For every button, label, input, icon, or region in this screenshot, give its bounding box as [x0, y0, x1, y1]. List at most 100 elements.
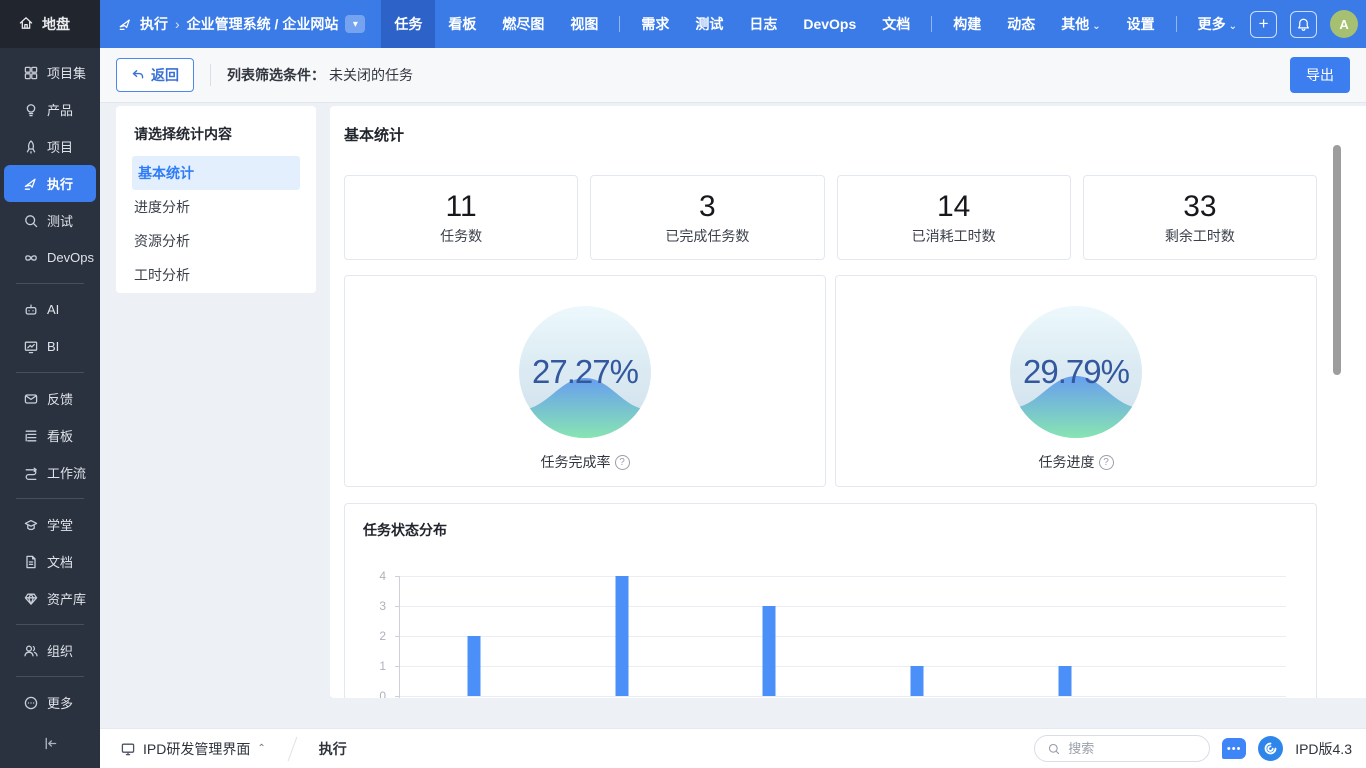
sidebar-item-more[interactable]: 更多	[4, 684, 96, 721]
stats-nav-item-resource[interactable]: 资源分析	[132, 224, 300, 258]
execution-dart-icon	[118, 17, 133, 32]
sidebar-item-workflow[interactable]: 工作流	[4, 454, 96, 491]
ai-robot-icon	[22, 301, 39, 318]
sidebar-item-tutoring[interactable]: 学堂	[4, 506, 96, 543]
sidebar-item-project[interactable]: 项目	[4, 128, 96, 165]
gauge-label-text: 任务进度	[1039, 452, 1095, 472]
sidebar-item-label: 更多	[47, 693, 73, 712]
help-question-icon[interactable]: ?	[615, 455, 630, 470]
nav-tab-build[interactable]: 构建	[940, 0, 994, 48]
sidebar-item-label: 看板	[47, 426, 73, 445]
nav-tab-log[interactable]: 日志	[736, 0, 790, 48]
project-switch-chevron-down-icon[interactable]: ▾	[345, 15, 365, 33]
stats-nav-item-basic[interactable]: 基本统计	[132, 156, 300, 190]
stat-cards-row: 11 任务数 3 已完成任务数 14 已消耗工时数 33 剩余工时数	[344, 175, 1317, 260]
toolbar-divider	[210, 64, 211, 86]
gauge-card-completion-rate: 27.27% 任务完成率 ?	[344, 275, 826, 487]
sidebar-divider	[16, 498, 84, 499]
sidebar-item-admin[interactable]: 组织	[4, 632, 96, 669]
stats-nav-title: 请选择统计内容	[116, 120, 316, 156]
bar-series-task-status[interactable]	[910, 666, 923, 696]
stat-label: 已完成任务数	[665, 226, 749, 246]
nav-tab-view[interactable]: 视图	[557, 0, 611, 48]
nav-tab-dynamic[interactable]: 动态	[994, 0, 1048, 48]
nav-tab-more[interactable]: 更多⌄	[1185, 0, 1250, 48]
breadcrumb[interactable]: 执行 › 企业管理系统 / 企业网站 ▾	[100, 14, 381, 34]
sidebar-item-label: AI	[47, 302, 59, 317]
bar-series-task-status[interactable]	[1058, 666, 1071, 696]
sidebar-item-qa[interactable]: 测试	[4, 202, 96, 239]
content-area: 请选择统计内容 基本统计 进度分析 资源分析 工时分析 基本统计 11 任务数 …	[100, 104, 1366, 728]
stats-nav-item-progress[interactable]: 进度分析	[132, 190, 300, 224]
global-search[interactable]	[1034, 735, 1210, 762]
liquid-gauge: 27.27%	[519, 306, 651, 438]
back-arrow-icon	[131, 68, 145, 82]
app-switcher[interactable]: IPD研发管理界面 ⌃	[120, 739, 266, 759]
nav-tab-burndown[interactable]: 燃尽图	[489, 0, 557, 48]
back-button-label: 返回	[151, 65, 179, 85]
sidebar-collapse-button[interactable]	[0, 735, 100, 756]
stat-label: 任务数	[440, 226, 482, 246]
gauge-label-text: 任务完成率	[541, 452, 611, 472]
feedback-icon	[22, 390, 39, 407]
stat-value: 33	[1183, 190, 1216, 224]
monitor-icon	[120, 741, 136, 757]
chevron-down-icon: ⌄	[1092, 21, 1100, 32]
export-button[interactable]: 导出	[1290, 57, 1350, 93]
nav-tab-story[interactable]: 需求	[628, 0, 682, 48]
vertical-scrollbar-thumb[interactable]	[1333, 145, 1341, 375]
navbar-tabs: 任务 看板 燃尽图 视图 需求 测试 日志 DevOps 文档 构建 动态 其他…	[381, 0, 1250, 48]
nav-tab-settings[interactable]: 设置	[1114, 0, 1168, 48]
breadcrumb-section[interactable]: 执行	[140, 14, 168, 34]
qa-magnifier-icon	[22, 212, 39, 229]
help-question-icon[interactable]: ?	[1099, 455, 1114, 470]
nav-tab-test[interactable]: 测试	[682, 0, 736, 48]
sidebar-item-execution[interactable]: 执行	[4, 165, 96, 202]
sidebar-item-program[interactable]: 项目集	[4, 54, 96, 91]
home-icon	[18, 15, 34, 34]
nav-tab-doc[interactable]: 文档	[869, 0, 923, 48]
bar-series-task-status[interactable]	[763, 606, 776, 696]
create-plus-button[interactable]: +	[1250, 11, 1277, 38]
sidebar-item-feedback[interactable]: 反馈	[4, 380, 96, 417]
sidebar-item-ai[interactable]: AI	[4, 291, 96, 328]
top-navbar: 执行 › 企业管理系统 / 企业网站 ▾ 任务 看板 燃尽图 视图 需求 测试 …	[100, 0, 1366, 48]
nav-tab-devops[interactable]: DevOps	[790, 0, 869, 48]
gauge-value: 27.27%	[532, 353, 638, 391]
search-input[interactable]	[1068, 741, 1188, 756]
sidebar-item-bi[interactable]: BI	[4, 328, 96, 365]
nav-tab-kanban[interactable]: 看板	[435, 0, 489, 48]
sidebar-item-label: BI	[47, 339, 59, 354]
sidebar-item-kanban[interactable]: 看板	[4, 417, 96, 454]
sidebar-item-label: 项目	[47, 137, 73, 156]
search-icon	[1047, 742, 1061, 756]
sidebar-divider	[16, 372, 84, 373]
stat-card-left-hours: 33 剩余工时数	[1083, 175, 1317, 260]
sidebar-item-assets[interactable]: 资产库	[4, 580, 96, 617]
user-avatar[interactable]: A	[1330, 10, 1358, 38]
stat-label: 已消耗工时数	[912, 226, 996, 246]
nav-tab-task[interactable]: 任务	[381, 0, 435, 48]
sidebar-item-home[interactable]: 地盘	[0, 0, 100, 48]
sidebar-item-doc[interactable]: 文档	[4, 543, 96, 580]
stats-nav-item-workhour[interactable]: 工时分析	[132, 258, 300, 292]
bar-series-task-status[interactable]	[615, 576, 628, 696]
statusbar-right: ••• IPD版4.3	[1034, 735, 1352, 762]
sidebar-item-label: 项目集	[47, 63, 86, 82]
back-button[interactable]: 返回	[116, 58, 194, 92]
workflow-icon	[22, 464, 39, 481]
notification-bell-button[interactable]	[1290, 11, 1317, 38]
section-title: 基本统计	[344, 124, 1366, 145]
statusbar-separator	[287, 736, 297, 761]
statusbar-current-page[interactable]: 执行	[319, 739, 347, 759]
doc-icon	[22, 553, 39, 570]
assets-gem-icon	[22, 590, 39, 607]
stats-nav-panel: 请选择统计内容 基本统计 进度分析 资源分析 工时分析	[116, 106, 316, 293]
chat-bubble-icon[interactable]: •••	[1222, 738, 1246, 759]
bar-series-task-status[interactable]	[467, 636, 480, 696]
sidebar-item-devops[interactable]: DevOps	[4, 239, 96, 276]
sidebar-item-product[interactable]: 产品	[4, 91, 96, 128]
breadcrumb-project[interactable]: 企业管理系统 / 企业网站	[187, 14, 339, 34]
sidebar-divider	[16, 676, 84, 677]
nav-tab-other[interactable]: 其他⌄	[1048, 0, 1113, 48]
